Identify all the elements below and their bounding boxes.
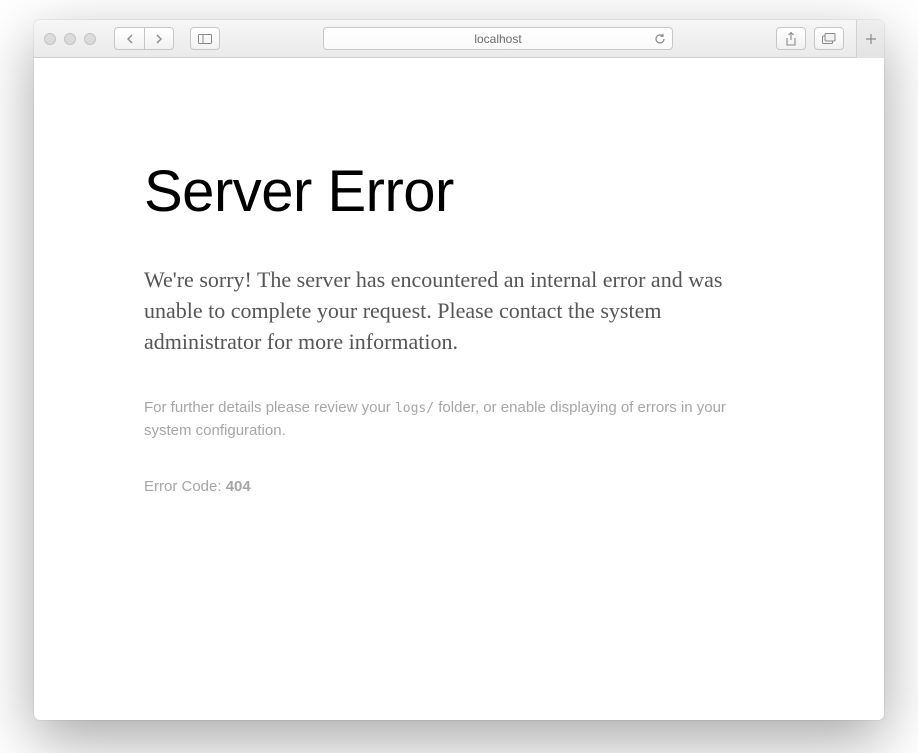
minimize-window-button[interactable] <box>64 33 76 45</box>
titlebar: localhost <box>34 20 884 58</box>
chevron-right-icon <box>155 34 163 44</box>
details-code: logs/ <box>395 401 434 416</box>
error-message: We're sorry! The server has encountered … <box>144 265 774 357</box>
chevron-left-icon <box>126 34 134 44</box>
details-prefix: For further details please review your <box>144 399 395 416</box>
error-title: Server Error <box>144 158 774 225</box>
toolbar-right <box>776 27 844 50</box>
browser-window: localhost Server Error We're sorry! The … <box>34 20 884 720</box>
page-content: Server Error We're sorry! The server has… <box>34 58 884 720</box>
address-bar[interactable]: localhost <box>323 27 673 50</box>
reload-button[interactable] <box>654 33 666 45</box>
nav-buttons <box>114 27 174 50</box>
back-button[interactable] <box>114 27 144 50</box>
address-text: localhost <box>474 32 521 46</box>
share-button[interactable] <box>776 27 806 50</box>
sidebar-toggle-button[interactable] <box>190 27 220 50</box>
zoom-window-button[interactable] <box>84 33 96 45</box>
error-code-label: Error Code: <box>144 478 226 495</box>
window-controls <box>44 33 96 45</box>
forward-button[interactable] <box>144 27 174 50</box>
tabs-icon <box>822 33 836 44</box>
share-icon <box>785 32 797 46</box>
error-details: For further details please review your l… <box>144 397 774 442</box>
tabs-button[interactable] <box>814 27 844 50</box>
sidebar-icon <box>198 34 212 44</box>
close-window-button[interactable] <box>44 33 56 45</box>
error-code-value: 404 <box>226 478 251 495</box>
new-tab-button[interactable] <box>856 20 884 58</box>
plus-icon <box>865 33 877 45</box>
error-code-line: Error Code: 404 <box>144 478 774 495</box>
reload-icon <box>654 33 666 45</box>
